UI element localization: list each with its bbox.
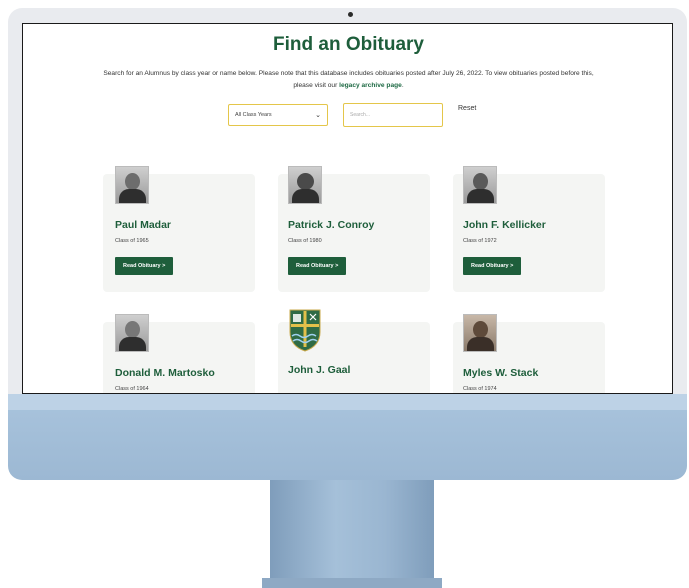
alumnus-photo (463, 166, 497, 204)
alumnus-name: Donald M. Martosko (115, 367, 215, 379)
alumnus-class: Class of 1974 (463, 386, 497, 392)
obituary-card: Paul Madar Class of 1965 Read Obituary > (103, 166, 255, 292)
obituary-card: Donald M. Martosko Class of 1964 (103, 314, 255, 393)
obituary-card: John F. Kellicker Class of 1972 Read Obi… (453, 166, 605, 292)
alumnus-class: Class of 1964 (115, 386, 149, 392)
imac-stand-base (262, 578, 442, 588)
alumnus-name: Myles W. Stack (463, 367, 539, 379)
read-obituary-button[interactable]: Read Obituary > (463, 257, 522, 275)
reset-button[interactable]: Reset (458, 105, 476, 112)
read-obituary-button[interactable]: Read Obituary > (115, 257, 174, 275)
legacy-archive-link[interactable]: legacy archive page (339, 82, 402, 89)
alumnus-photo (115, 314, 149, 352)
intro-text: Search for an Alumnus by class year or n… (103, 68, 594, 92)
alumnus-class: Class of 1972 (463, 238, 497, 244)
intro-text-end: . (401, 82, 404, 89)
school-crest-icon (289, 309, 321, 352)
chevron-down-icon: ⌄ (315, 112, 321, 119)
alumnus-name: Patrick J. Conroy (288, 219, 375, 231)
alumnus-photo (115, 166, 149, 204)
imac-stand (270, 480, 434, 580)
search-input[interactable]: Search... (343, 103, 443, 127)
search-placeholder: Search... (350, 112, 371, 118)
class-year-select[interactable]: All Class Years ⌄ (228, 104, 328, 126)
screen: Find an Obituary Search for an Alumnus b… (22, 23, 673, 394)
camera-icon (348, 12, 353, 17)
class-year-select-value: All Class Years (235, 112, 272, 118)
chin-highlight (8, 394, 687, 410)
read-obituary-button[interactable]: Read Obituary > (288, 257, 347, 275)
obituary-card: Patrick J. Conroy Class of 1980 Read Obi… (278, 166, 430, 292)
obituary-card: Myles W. Stack Class of 1974 (453, 314, 605, 393)
obituary-card: John J. Gaal (278, 309, 430, 393)
page-title: Find an Obituary (273, 34, 424, 55)
alumnus-class: Class of 1965 (115, 238, 149, 244)
alumnus-photo (463, 314, 497, 352)
alumnus-name: John F. Kellicker (463, 219, 546, 231)
alumnus-class: Class of 1980 (288, 238, 322, 244)
alumnus-name: Paul Madar (115, 219, 172, 231)
alumnus-photo (288, 166, 322, 204)
alumnus-name: John J. Gaal (288, 364, 351, 376)
